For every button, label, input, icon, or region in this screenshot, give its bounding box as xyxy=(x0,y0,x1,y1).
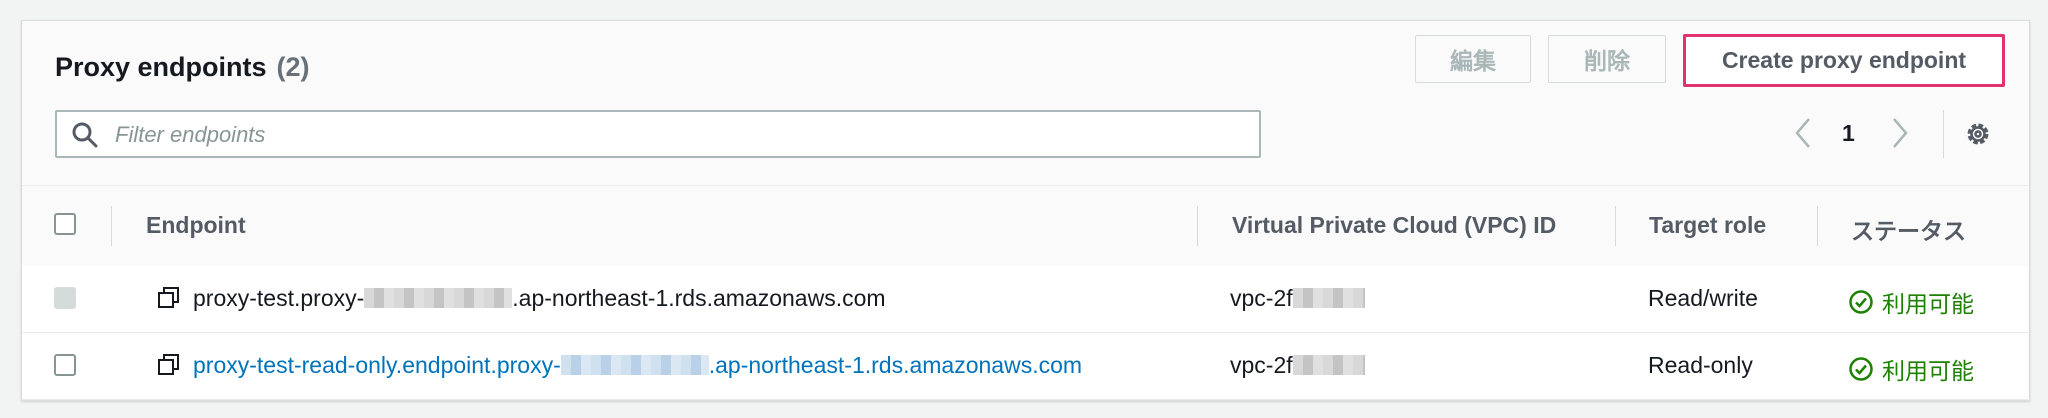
title-text: Proxy endpoints xyxy=(55,52,267,82)
delete-button[interactable]: 削除 xyxy=(1548,35,1666,83)
table-row[interactable]: proxy-test-read-only.endpoint.proxy- .ap-… xyxy=(22,333,2028,400)
vpc-id-prefix: vpc-2f xyxy=(1230,285,1293,311)
column-header-target-role[interactable]: Target role xyxy=(1649,212,1766,239)
divider xyxy=(1943,110,1944,158)
column-divider xyxy=(1197,206,1198,246)
edit-button[interactable]: 編集 xyxy=(1415,35,1531,83)
endpoint-suffix: .ap-northeast-1.rds.amazonaws.com xyxy=(708,352,1083,378)
chevron-right-icon[interactable] xyxy=(1890,115,1910,156)
column-header-vpc-id[interactable]: Virtual Private Cloud (VPC) ID xyxy=(1232,212,1556,239)
endpoint-link[interactable]: proxy-test-read-only.endpoint.proxy- .ap-… xyxy=(193,352,1082,379)
endpoint-prefix: proxy-test.proxy- xyxy=(193,285,365,311)
chevron-left-icon[interactable] xyxy=(1793,115,1813,156)
filter-endpoints-input[interactable] xyxy=(113,118,1217,152)
target-role: Read/write xyxy=(1648,285,1758,311)
status-text: 利用可能 xyxy=(1882,358,1974,384)
target-role: Read-only xyxy=(1648,352,1753,378)
endpoint-prefix: proxy-test-read-only.endpoint.proxy- xyxy=(193,352,561,378)
gear-icon[interactable] xyxy=(1964,120,1992,153)
column-divider xyxy=(111,206,112,246)
redacted-text xyxy=(560,355,709,375)
page-title: Proxy endpoints (2) xyxy=(55,52,310,83)
vpc-id-prefix: vpc-2f xyxy=(1230,352,1293,378)
row-checkbox[interactable] xyxy=(54,287,76,309)
search-icon xyxy=(71,121,99,154)
current-page-number[interactable]: 1 xyxy=(1842,120,1855,147)
redacted-text xyxy=(364,288,513,308)
status-text: 利用可能 xyxy=(1882,291,1974,317)
copy-icon[interactable] xyxy=(157,353,181,382)
vpc-id: vpc-2f xyxy=(1230,352,1365,379)
filter-endpoints-field[interactable] xyxy=(55,110,1261,158)
table-header: Endpoint Virtual Private Cloud (VPC) ID … xyxy=(22,185,2028,267)
redacted-text xyxy=(1292,355,1365,375)
copy-icon[interactable] xyxy=(157,286,181,315)
redacted-text xyxy=(1292,288,1365,308)
endpoint-suffix: .ap-northeast-1.rds.amazonaws.com xyxy=(512,285,886,311)
row-checkbox[interactable] xyxy=(54,354,76,376)
status-badge: 利用可能 xyxy=(1848,285,1974,319)
column-header-status[interactable]: ステータス xyxy=(1851,212,1966,246)
endpoint-count: (2) xyxy=(276,52,310,82)
column-divider xyxy=(1615,206,1616,246)
select-all-checkbox[interactable] xyxy=(54,213,76,235)
table-row[interactable]: proxy-test.proxy- .ap-northeast-1.rds.ama… xyxy=(22,266,2028,333)
column-header-endpoint[interactable]: Endpoint xyxy=(146,212,246,239)
endpoint-name[interactable]: proxy-test.proxy- .ap-northeast-1.rds.ama… xyxy=(193,285,886,312)
column-divider xyxy=(1817,206,1818,246)
check-circle-icon xyxy=(1849,290,1873,314)
status-badge: 利用可能 xyxy=(1848,352,1974,386)
check-circle-icon xyxy=(1849,357,1873,381)
create-proxy-endpoint-button[interactable]: Create proxy endpoint xyxy=(1683,34,2005,87)
vpc-id: vpc-2f xyxy=(1230,285,1365,312)
